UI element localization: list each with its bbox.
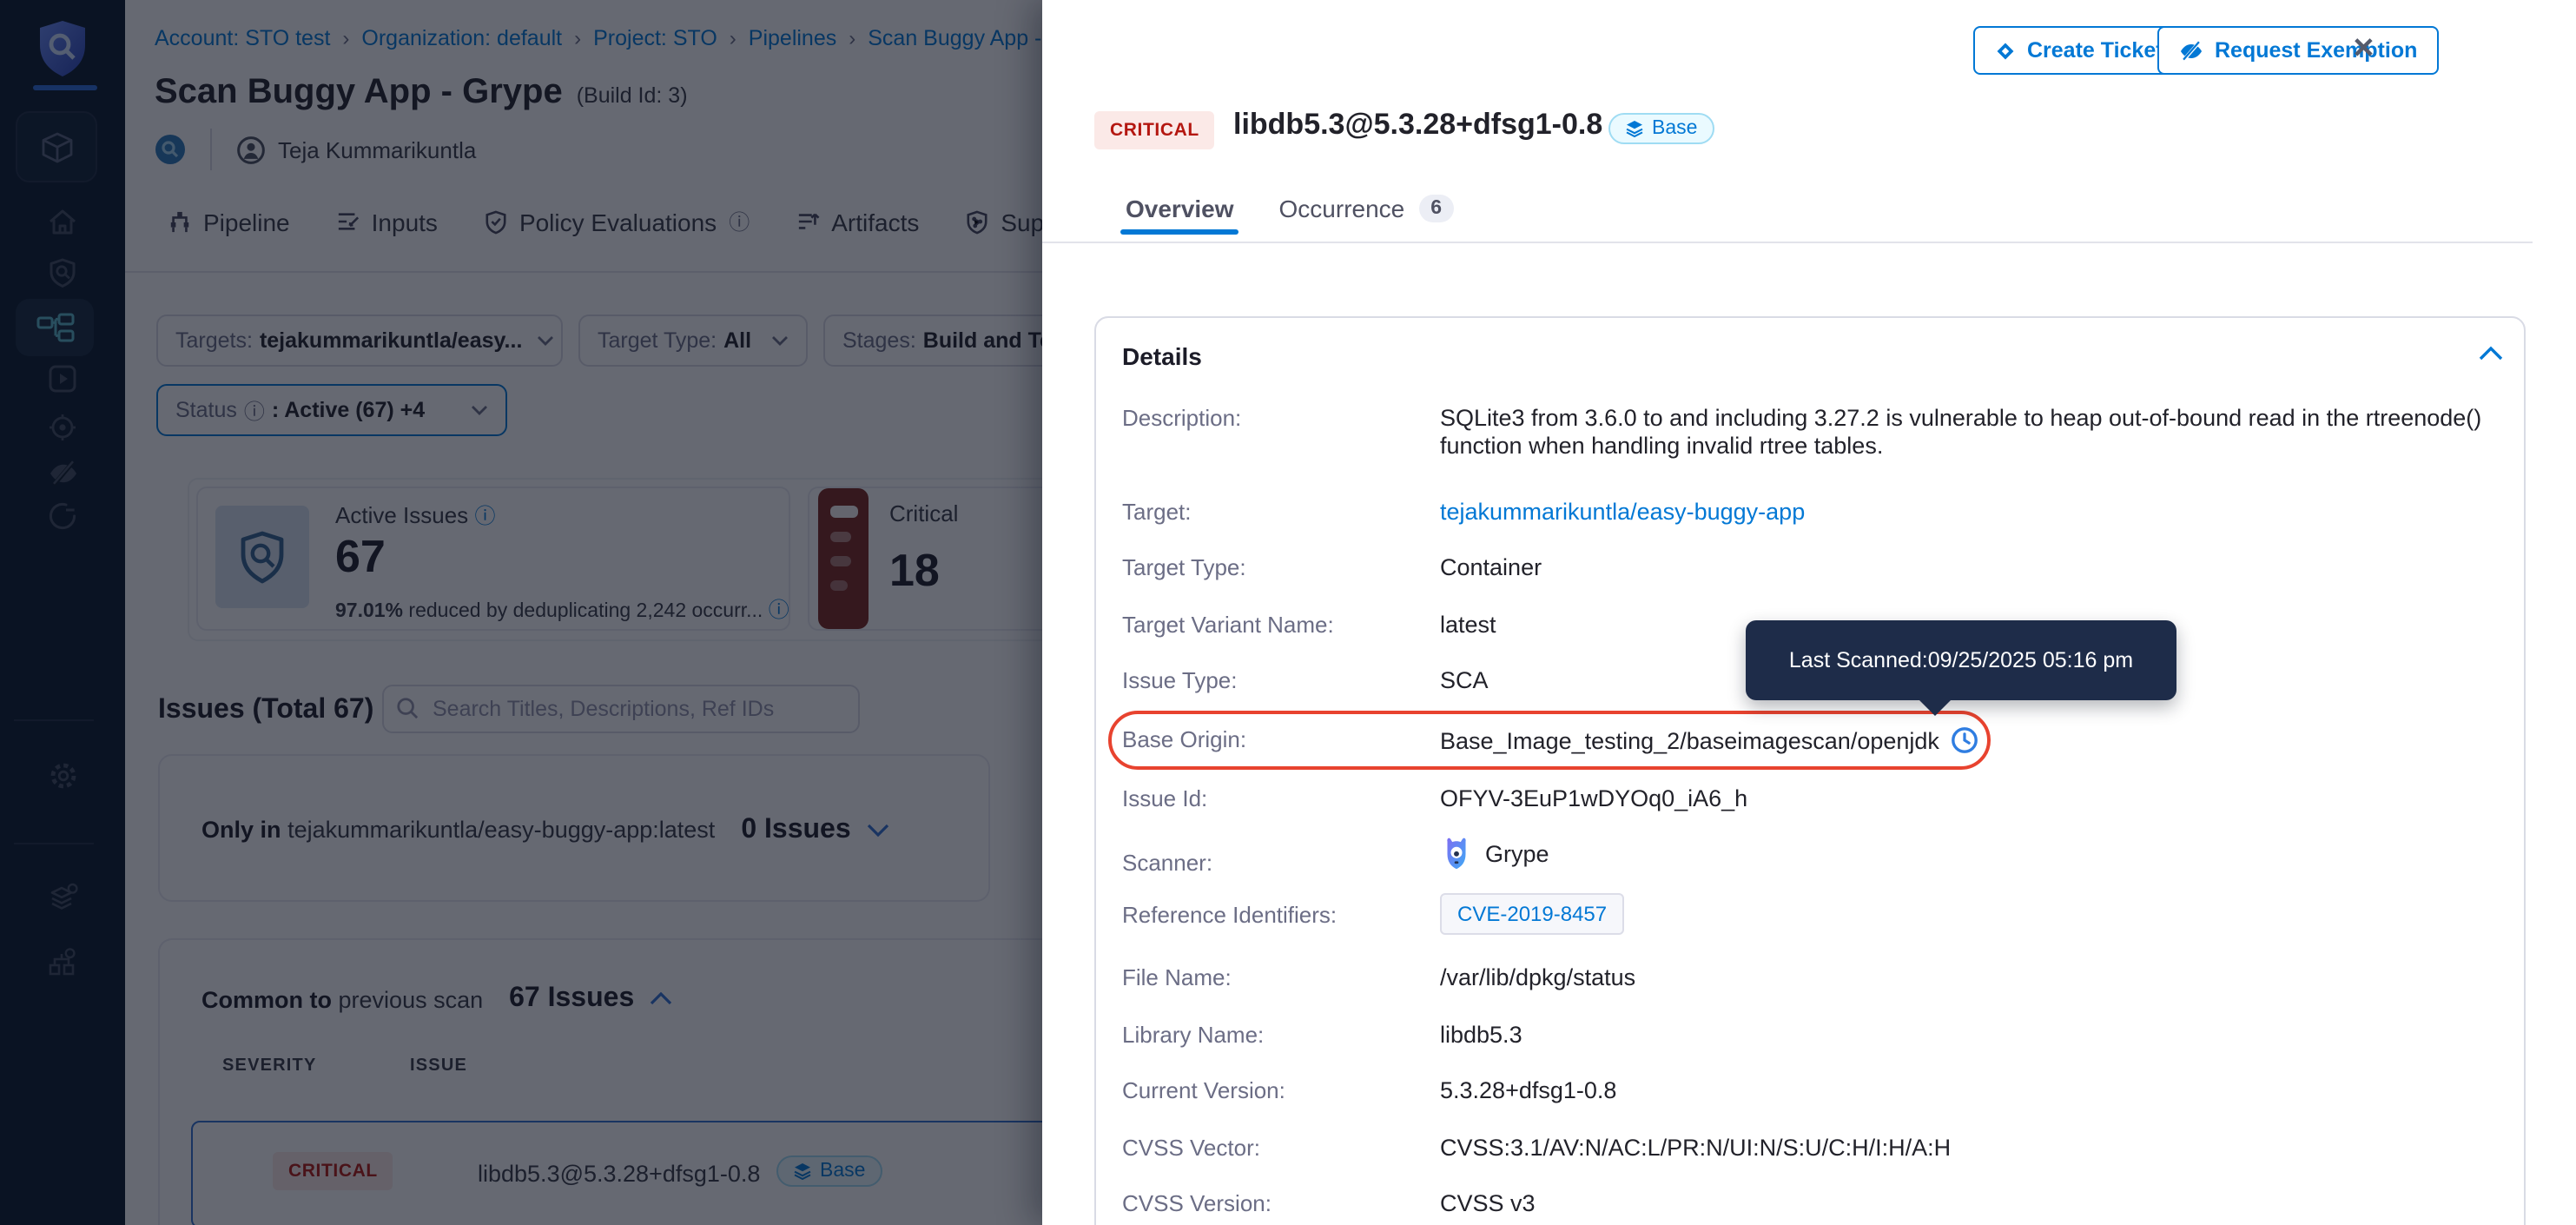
issue-details-drawer: Create Ticket Request Exemption ✕ CRITIC… (1042, 0, 2576, 1225)
last-scanned-tooltip: Last Scanned:09/25/2025 05:16 pm (1746, 620, 2176, 700)
field-target: Target: tejakummarikuntla/easy-buggy-app (1096, 499, 2524, 530)
field-description: Description: SQLite3 from 3.6.0 to and i… (1096, 405, 2524, 436)
collapse-chevron-up-icon[interactable] (2479, 346, 2503, 361)
drawer-base-tag-pill: Base (1608, 113, 1714, 146)
target-link[interactable]: tejakummarikuntla/easy-buggy-app (1440, 499, 1805, 525)
request-exemption-button[interactable]: Request Exemption (2157, 26, 2438, 75)
clock-icon[interactable] (1952, 726, 1979, 754)
field-cvss-version: CVSS Version: CVSS v3 (1096, 1190, 2524, 1222)
create-ticket-button[interactable]: Create Ticket (1973, 26, 2184, 75)
drawer-tabs: Overview Occurrence 6 (1126, 195, 1454, 222)
field-issue-id: Issue Id: OFYV-3EuP1wDYOq0_iA6_h (1096, 785, 2524, 817)
active-tab-underline (1120, 229, 1238, 235)
field-reference-identifiers: Reference Identifiers: CVE-2019-8457 (1096, 902, 2524, 933)
field-target-type: Target Type: Container (1096, 554, 2524, 586)
cve-chip[interactable]: CVE-2019-8457 (1440, 893, 1624, 935)
tab-occurrence[interactable]: Occurrence 6 (1279, 195, 1455, 222)
field-base-origin: Base Origin: Base_Image_testing_2/baseim… (1096, 726, 2524, 758)
field-scanner: Scanner: Grype (1096, 843, 2524, 874)
drawer-severity-badge: CRITICAL (1094, 111, 1215, 149)
drawer-tabs-divider (1042, 242, 2533, 243)
tab-overview[interactable]: Overview (1126, 195, 1234, 222)
field-cvss-vector: CVSS Vector: CVSS:3.1/AV:N/AC:L/PR:N/UI:… (1096, 1135, 2524, 1166)
modal-dim-overlay[interactable] (0, 0, 1042, 1225)
grype-scanner-icon (1440, 836, 1473, 872)
drawer-issue-title: libdb5.3@5.3.28+dfsg1-0.8 (1233, 108, 1602, 142)
occurrence-count-badge: 6 (1418, 195, 1454, 222)
layers-icon (1626, 120, 1643, 137)
field-library-name: Library Name: libdb5.3 (1096, 1022, 2524, 1053)
ticket-diamond-icon (1994, 39, 2017, 62)
details-card: Details Description: SQLite3 from 3.6.0 … (1094, 316, 2526, 1225)
field-file-name: File Name: /var/lib/dpkg/status (1096, 964, 2524, 996)
app-page: Account: STO test›Organization: default›… (0, 0, 2576, 1225)
eye-slash-icon (2178, 39, 2204, 62)
details-heading: Details (1122, 342, 1202, 370)
field-current-version: Current Version: 5.3.28+dfsg1-0.8 (1096, 1077, 2524, 1109)
close-icon[interactable]: ✕ (2352, 31, 2375, 66)
